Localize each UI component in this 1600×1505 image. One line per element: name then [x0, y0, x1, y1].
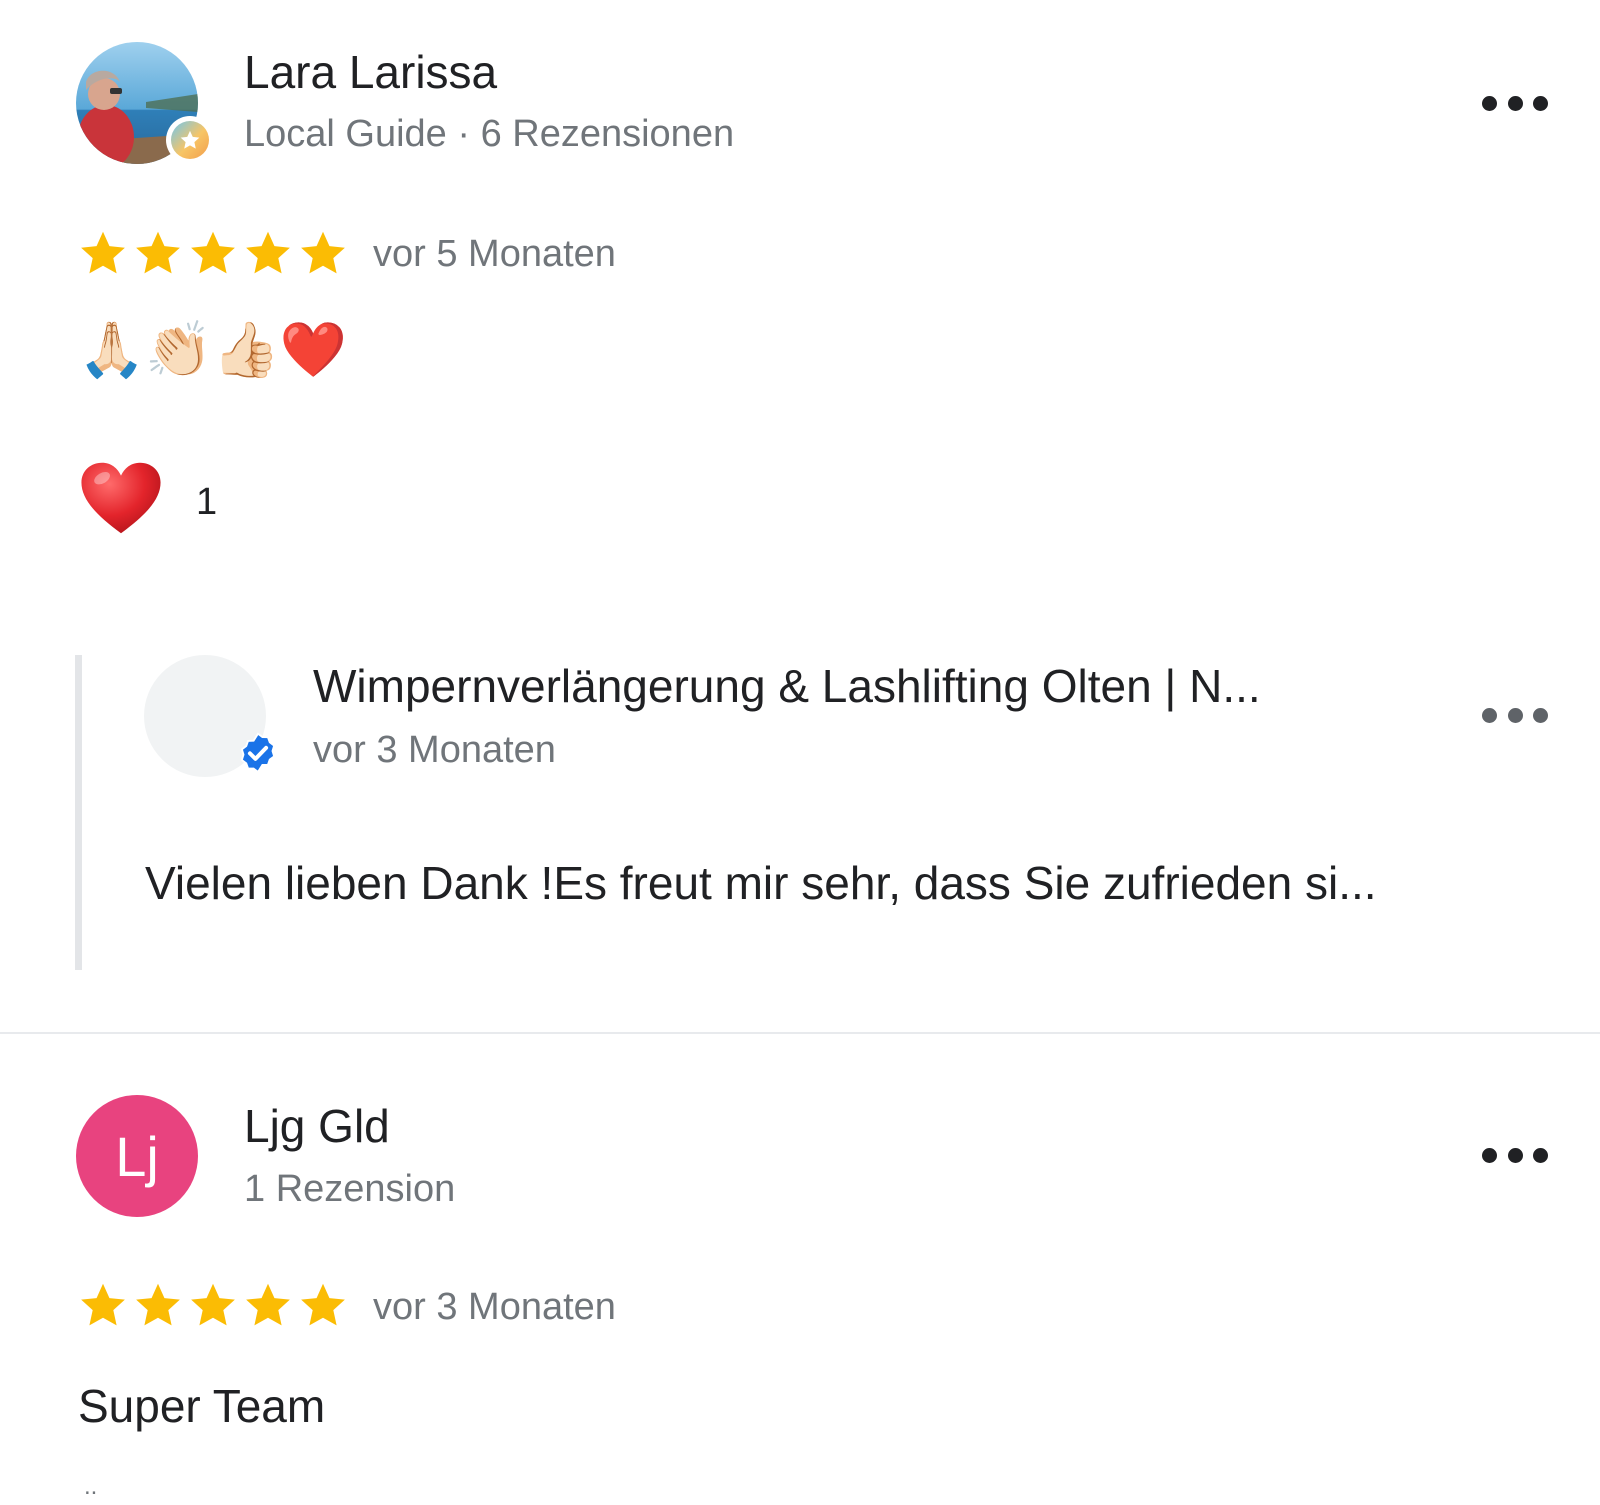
dot-icon [1507, 707, 1523, 723]
owner-reply-text[interactable]: Vielen lieben Dank !Es freut mir sehr, d… [145, 855, 1377, 911]
star-icon [133, 1280, 183, 1330]
owner-reply-date: vor 3 Monaten [313, 729, 556, 771]
author-name[interactable]: Lara Larissa [244, 44, 497, 100]
star-rating [78, 228, 353, 278]
star-icon [78, 228, 128, 278]
owner-name[interactable]: Wimpernverlängerung & Lashlifting Olten … [313, 658, 1261, 714]
more-text-indicator[interactable]: .. [84, 1474, 97, 1500]
review-text: Super Team [78, 1380, 326, 1432]
author-meta: 1 Rezension [244, 1168, 456, 1210]
review-text: 🙏🏻👏🏻👍🏻❤️ [78, 318, 347, 381]
owner-more-options-button[interactable] [1482, 700, 1548, 730]
author-meta: Local Guide · 6 Rezensionen [244, 113, 735, 155]
local-guide-badge [166, 116, 214, 164]
review-date: vor 5 Monaten [373, 233, 616, 275]
author-name[interactable]: Ljg Gld [244, 1098, 390, 1154]
dot-icon [1507, 1147, 1523, 1163]
dot-icon [1533, 1147, 1548, 1163]
verified-badge [236, 731, 280, 780]
star-icon [298, 1280, 348, 1330]
dot-icon [1507, 95, 1523, 111]
dot-icon [1482, 95, 1497, 111]
dot-icon [1533, 707, 1548, 723]
reaction-count: 1 [196, 481, 218, 523]
avatar[interactable]: Lj [76, 1095, 198, 1217]
star-rating [78, 1280, 353, 1330]
verified-check-icon [240, 732, 276, 774]
heart-reaction-button[interactable] [78, 458, 164, 543]
heart-icon [78, 458, 164, 538]
star-icon [180, 130, 200, 149]
star-icon [243, 228, 293, 278]
review-divider [0, 1032, 1600, 1034]
star-icon [133, 228, 183, 278]
dot-icon [1482, 707, 1497, 723]
avatar-initials: Lj [115, 1124, 159, 1188]
star-icon [78, 1280, 128, 1330]
star-icon [243, 1280, 293, 1330]
dot-icon [1482, 1147, 1497, 1163]
dot-icon [1533, 95, 1548, 111]
star-icon [298, 228, 348, 278]
more-options-button[interactable] [1482, 88, 1548, 118]
star-icon [188, 228, 238, 278]
more-options-button[interactable] [1482, 1140, 1548, 1170]
star-icon [188, 1280, 238, 1330]
review-date: vor 3 Monaten [373, 1286, 616, 1328]
reply-divider-bar [75, 655, 82, 970]
